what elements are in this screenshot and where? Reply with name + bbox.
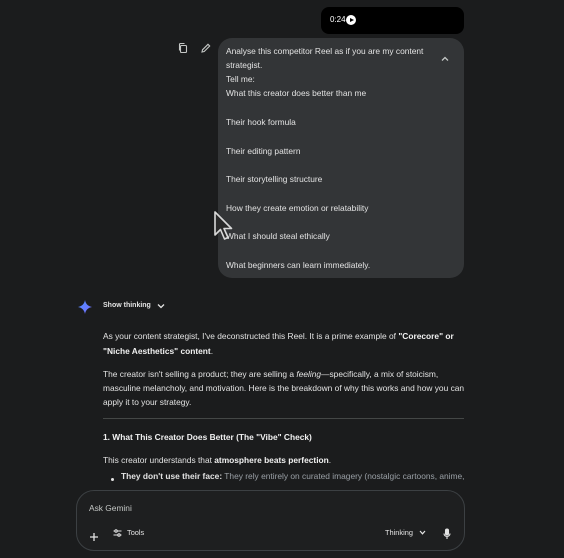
response-bold-text: "Corecore" or bbox=[398, 331, 454, 341]
video-attachment[interactable]: 0:24 bbox=[321, 7, 464, 34]
response-italic-text: feeling bbox=[296, 369, 322, 379]
bullet-dot bbox=[111, 478, 114, 481]
tools-icon bbox=[113, 528, 122, 537]
chevron-up-icon[interactable] bbox=[440, 50, 450, 61]
edit-icon[interactable] bbox=[200, 42, 212, 54]
response-line: apply it to your strategy. bbox=[103, 397, 192, 407]
section-divider bbox=[103, 418, 464, 419]
video-timestamp: 0:24 bbox=[330, 15, 346, 24]
response-line: This creator understands that atmosphere… bbox=[103, 452, 331, 468]
prompt-line: Their hook formula bbox=[226, 117, 296, 127]
section-heading: 1. What This Creator Does Better (The "V… bbox=[103, 432, 312, 442]
prompt-line: strategist. bbox=[226, 60, 263, 70]
mouse-cursor-icon bbox=[212, 210, 234, 242]
response-bold-text: atmosphere beats perfection bbox=[214, 455, 329, 465]
response-text: This creator understands that bbox=[103, 455, 215, 465]
show-thinking-toggle[interactable]: Show thinking bbox=[103, 302, 165, 309]
response-text: The creator isn't selling a product; the… bbox=[103, 369, 297, 379]
prompt-line: What this creator does better than me bbox=[226, 88, 367, 98]
ask-gemini-input[interactable] bbox=[89, 503, 449, 513]
bullet-bold-text: They don't use their face: bbox=[121, 471, 223, 481]
prompt-line: What beginners can learn immediately. bbox=[226, 260, 371, 270]
tools-label: Tools bbox=[127, 528, 145, 537]
copy-icon[interactable] bbox=[177, 42, 189, 54]
response-bold-text: "Niche Aesthetics" content bbox=[103, 346, 211, 356]
bullet-item: They don't use their face: They rely ent… bbox=[121, 471, 465, 481]
model-mode-selector[interactable]: Thinking bbox=[385, 528, 426, 537]
prompt-line: Their storytelling structure bbox=[226, 174, 323, 184]
tools-button[interactable]: Tools bbox=[113, 528, 144, 537]
chevron-down-icon bbox=[157, 303, 165, 308]
gemini-sparkle-icon bbox=[78, 300, 92, 314]
prompt-input-box: Tools Thinking bbox=[76, 490, 465, 551]
user-prompt-bubble: Analyse this competitor Reel as if you a… bbox=[218, 38, 464, 278]
show-thinking-label: Show thinking bbox=[103, 302, 151, 309]
response-text: —specifically, a mix of stoicism, bbox=[321, 369, 439, 379]
response-text: . bbox=[210, 346, 214, 356]
response-line: "Niche Aesthetics" content. bbox=[103, 343, 213, 359]
bullet-text: They rely entirely on curated imagery (n… bbox=[222, 471, 465, 481]
chevron-down-icon bbox=[419, 530, 426, 535]
microphone-icon[interactable] bbox=[443, 527, 451, 539]
prompt-line: What I should steal ethically bbox=[226, 231, 330, 241]
prompt-line: Analyse this competitor Reel as if you a… bbox=[226, 46, 424, 56]
response-line: As your content strategist, I've deconst… bbox=[103, 328, 454, 344]
play-icon[interactable] bbox=[346, 15, 356, 25]
prompt-line: Tell me: bbox=[226, 74, 255, 84]
plus-icon[interactable] bbox=[89, 529, 99, 541]
prompt-line: How they create emotion or relatability bbox=[226, 203, 369, 213]
model-mode-label: Thinking bbox=[385, 528, 413, 537]
response-text: . bbox=[328, 455, 332, 465]
prompt-line: Their editing pattern bbox=[226, 146, 301, 156]
response-text: As your content strategist, I've deconst… bbox=[103, 331, 399, 341]
chat-page: 0:24 Analyse this competitor Reel as if … bbox=[0, 0, 564, 558]
